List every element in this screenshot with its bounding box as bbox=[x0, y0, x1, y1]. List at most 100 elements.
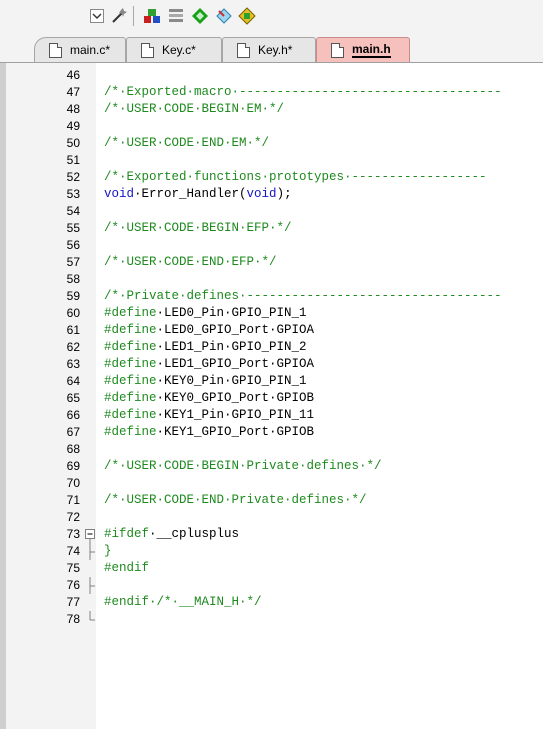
code-text: /*·Exported·functions·prototypes·-------… bbox=[104, 169, 487, 186]
fold-line-icon bbox=[89, 543, 95, 560]
diamond-icon[interactable] bbox=[189, 5, 211, 27]
diamond-outline-icon[interactable] bbox=[213, 5, 235, 27]
code-line[interactable]: 69 /*·USER·CODE·BEGIN·Private·defines·*/ bbox=[0, 458, 543, 475]
build-icon[interactable] bbox=[141, 5, 163, 27]
code-text: #define·LED1_Pin·GPIO_PIN_2 bbox=[104, 339, 307, 356]
code-line[interactable]: 63 #define·LED1_GPIO_Port·GPIOA bbox=[0, 356, 543, 373]
code-line[interactable]: 48 /*·USER·CODE·BEGIN·EM·*/ bbox=[0, 101, 543, 118]
code-line[interactable]: 46 bbox=[0, 67, 543, 84]
code-line[interactable]: 76 bbox=[0, 577, 543, 594]
code-text: #define·KEY0_Pin·GPIO_PIN_1 bbox=[104, 373, 307, 390]
code-text: /*·USER·CODE·END·EM·*/ bbox=[104, 135, 269, 152]
tab-key-h[interactable]: Key.h* bbox=[222, 37, 316, 62]
line-number: 50 bbox=[66, 136, 80, 150]
code-line[interactable]: 58 bbox=[0, 271, 543, 288]
tab-strip: main.c* Key.c* Key.h* main.h bbox=[0, 34, 543, 63]
fold-line-icon bbox=[89, 611, 95, 621]
code-token: /*·USER·CODE·END·EM·*/ bbox=[104, 136, 270, 150]
code-line[interactable]: 49 bbox=[0, 118, 543, 135]
code-editor[interactable]: 46 47 /*·Exported·macro·------------------… bbox=[0, 63, 543, 729]
line-number: 62 bbox=[66, 340, 80, 354]
line-number: 78 bbox=[66, 612, 80, 626]
code-line[interactable]: 64 #define·KEY0_Pin·GPIO_PIN_1 bbox=[0, 373, 543, 390]
code-line[interactable]: 68 bbox=[0, 441, 543, 458]
code-token: void bbox=[104, 187, 135, 201]
code-line[interactable]: 47 /*·Exported·macro·--------------------… bbox=[0, 84, 543, 101]
file-icon bbox=[49, 42, 62, 58]
line-number: 57 bbox=[66, 255, 80, 269]
code-line[interactable]: 77 #endif·/*·__MAIN_H·*/ bbox=[0, 594, 543, 611]
code-line[interactable]: 56 bbox=[0, 237, 543, 254]
dropdown-icon[interactable] bbox=[86, 5, 108, 27]
code-lines: 46 47 /*·Exported·macro·------------------… bbox=[0, 67, 543, 628]
code-line[interactable]: 74} bbox=[0, 543, 543, 560]
code-line[interactable]: 65 #define·KEY0_GPIO_Port·GPIOB bbox=[0, 390, 543, 407]
code-token: /*·Exported·macro·----------------------… bbox=[104, 85, 502, 99]
line-number: 72 bbox=[66, 510, 80, 524]
line-number: 60 bbox=[66, 306, 80, 320]
code-token: ·Error_Handler( bbox=[134, 187, 247, 201]
code-text: } bbox=[104, 543, 112, 560]
code-token: /*·Exported·functions·prototypes·-------… bbox=[104, 170, 487, 184]
code-token: #endif bbox=[104, 595, 150, 609]
code-line[interactable]: 57 /*·USER·CODE·END·EFP·*/ bbox=[0, 254, 543, 271]
line-number: 73 bbox=[66, 527, 80, 541]
code-line[interactable]: 72 bbox=[0, 509, 543, 526]
line-number: 77 bbox=[66, 595, 80, 609]
code-text: #define·LED0_Pin·GPIO_PIN_1 bbox=[104, 305, 307, 322]
manage-icon[interactable] bbox=[236, 5, 258, 27]
wizard-icon[interactable] bbox=[108, 5, 130, 27]
code-line[interactable]: 66 #define·KEY1_Pin·GPIO_PIN_11 bbox=[0, 407, 543, 424]
code-token: #define bbox=[104, 391, 157, 405]
code-line[interactable]: 52 /*·Exported·functions·prototypes·-----… bbox=[0, 169, 543, 186]
code-line[interactable]: 54 bbox=[0, 203, 543, 220]
code-token: #define bbox=[104, 408, 157, 422]
tab-main-h[interactable]: main.h bbox=[316, 37, 410, 62]
line-number: 63 bbox=[66, 357, 80, 371]
code-line[interactable]: 70 bbox=[0, 475, 543, 492]
code-token: #define bbox=[104, 357, 157, 371]
code-text: /*·Private·defines·---------------------… bbox=[104, 288, 502, 305]
code-token: /*·USER·CODE·BEGIN·EM·*/ bbox=[104, 102, 285, 116]
code-token: #define bbox=[104, 425, 157, 439]
code-token: /*·Private·defines·---------------------… bbox=[104, 289, 502, 303]
code-token: ); bbox=[276, 187, 292, 201]
code-text: /*·USER·CODE·END·EFP·*/ bbox=[104, 254, 277, 271]
code-line[interactable]: 62 #define·LED1_Pin·GPIO_PIN_2 bbox=[0, 339, 543, 356]
code-line[interactable]: 55 /*·USER·CODE·BEGIN·EFP·*/ bbox=[0, 220, 543, 237]
line-number: 71 bbox=[66, 493, 80, 507]
code-token: /*·USER·CODE·BEGIN·EFP·*/ bbox=[104, 221, 292, 235]
code-line[interactable]: 51 bbox=[0, 152, 543, 169]
line-number: 55 bbox=[66, 221, 80, 235]
tab-main-c[interactable]: main.c* bbox=[34, 37, 126, 62]
code-line[interactable]: 78 bbox=[0, 611, 543, 628]
code-token: #ifdef bbox=[104, 527, 150, 541]
line-number: 61 bbox=[66, 323, 80, 337]
line-number: 67 bbox=[66, 425, 80, 439]
code-line[interactable]: 67 #define·KEY1_GPIO_Port·GPIOB bbox=[0, 424, 543, 441]
code-text: void·Error_Handler(void); bbox=[104, 186, 292, 203]
tab-key-c[interactable]: Key.c* bbox=[126, 37, 222, 62]
line-number: 76 bbox=[66, 578, 80, 592]
line-number: 68 bbox=[66, 442, 80, 456]
code-line[interactable]: 50 /*·USER·CODE·END·EM·*/ bbox=[0, 135, 543, 152]
code-token: ·LED1_Pin·GPIO_PIN_2 bbox=[156, 340, 307, 354]
code-line[interactable]: 53 void·Error_Handler(void); bbox=[0, 186, 543, 203]
code-line[interactable]: 61 #define·LED0_GPIO_Port·GPIOA bbox=[0, 322, 543, 339]
code-text: #define·LED1_GPIO_Port·GPIOA bbox=[104, 356, 314, 373]
line-number: 49 bbox=[66, 119, 80, 133]
code-line[interactable]: 71 /*·USER·CODE·END·Private·defines·*/ bbox=[0, 492, 543, 509]
line-number: 70 bbox=[66, 476, 80, 490]
line-number: 74 bbox=[66, 544, 80, 558]
code-token: ·KEY1_GPIO_Port·GPIOB bbox=[156, 425, 315, 439]
code-line[interactable]: 75 #endif bbox=[0, 560, 543, 577]
layout-icon[interactable] bbox=[165, 5, 187, 27]
code-line[interactable]: 59 /*·Private·defines·-------------------… bbox=[0, 288, 543, 305]
code-text: #define·KEY1_Pin·GPIO_PIN_11 bbox=[104, 407, 314, 424]
code-line[interactable]: 73 #ifdef·__cplusplus bbox=[0, 526, 543, 543]
fold-collapse-icon[interactable] bbox=[84, 526, 96, 543]
code-text: #define·LED0_GPIO_Port·GPIOA bbox=[104, 322, 314, 339]
line-number: 53 bbox=[66, 187, 80, 201]
toolbar bbox=[0, 0, 543, 34]
code-line[interactable]: 60 #define·LED0_Pin·GPIO_PIN_1 bbox=[0, 305, 543, 322]
